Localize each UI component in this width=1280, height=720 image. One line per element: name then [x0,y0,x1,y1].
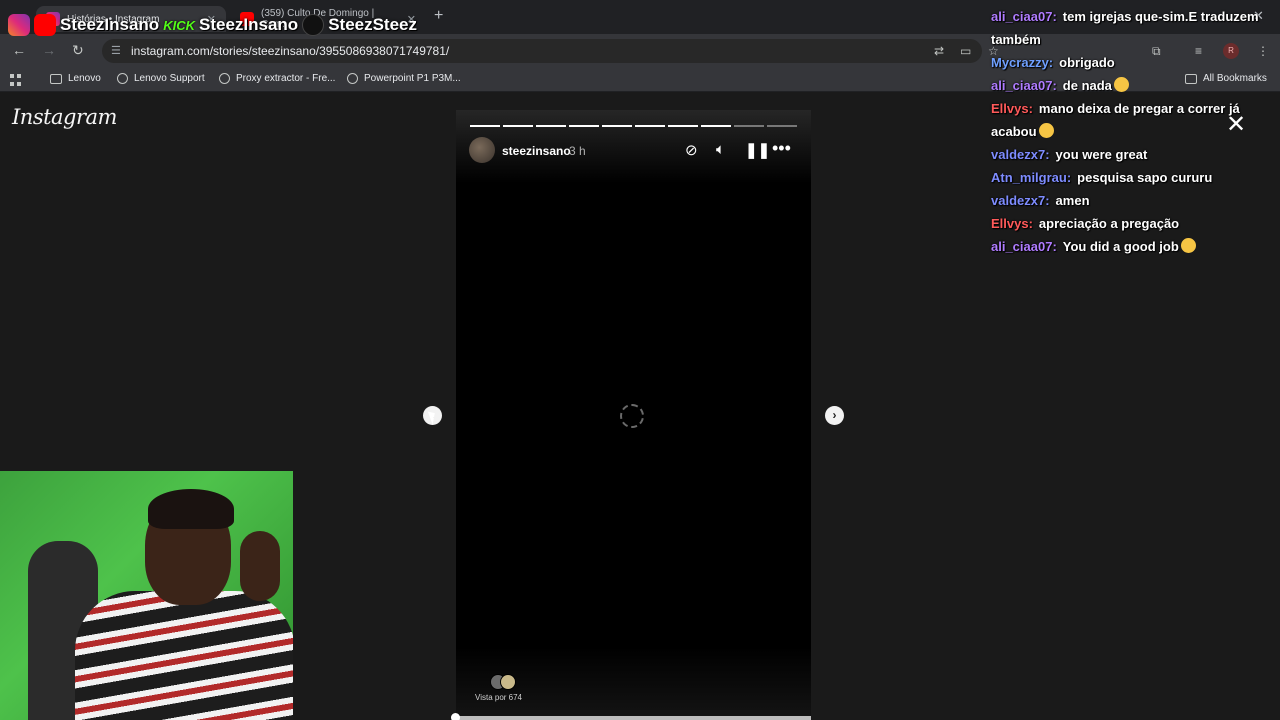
stream-chat-overlay: ali_ciaa07: tem igrejas que-sim.E traduze… [991,5,1276,258]
streamer-hand [240,531,280,601]
channel-name: SteezSteez [328,15,418,34]
channel-name: SteezInsano [198,15,299,34]
bookmark-proxy-extractor[interactable]: Proxy extractor - Fre... [219,73,335,84]
progress-segment [536,125,566,127]
no-sound-icon[interactable]: ⊘ [685,141,698,159]
bookmark-label: Powerpoint P1 P3M... [364,73,461,84]
chat-message: valdezx7: you were great [991,143,1276,166]
chat-message: valdezx7: amen [991,189,1276,212]
emoji-icon [1038,123,1054,138]
story-scrubber[interactable] [456,716,811,720]
stream-channel-overlay: SteezInsano KICK SteezInsano SteezSteez [8,14,417,36]
chat-username: ali_ciaa07: [991,239,1057,254]
streamer-hair [148,489,234,529]
chat-username: valdezx7: [991,147,1050,162]
instagram-icon [8,14,30,36]
progress-segment [734,125,764,127]
chat-message: Ellvys: mano deixa de pregar a correr já … [991,97,1276,143]
more-options-icon[interactable]: ••• [772,138,791,159]
story-timestamp: 3 h [569,144,586,158]
back-icon[interactable]: ← [12,42,26,58]
scrubber-handle[interactable] [451,713,460,720]
translate-icon[interactable]: ⇄ [934,44,944,58]
progress-segment [602,125,632,127]
globe-icon [347,73,358,84]
chat-text: de nada [1062,78,1112,93]
reload-icon[interactable]: ↻ [72,42,84,59]
youtube-icon [34,14,56,36]
story-username[interactable]: steezinsano [502,144,571,158]
emoji-icon [1180,238,1196,253]
volume-icon[interactable]: 🔈︎ [716,141,725,158]
viewer-avatars[interactable] [490,674,520,692]
bookmark-lenovo-support[interactable]: Lenovo Support [117,73,205,84]
chat-username: valdezx7: [991,193,1050,208]
chat-message: Atn_milgrau: pesquisa sapo cururu [991,166,1276,189]
install-app-icon[interactable]: ▭ [960,44,971,58]
kick-logo: KICK [163,17,195,33]
chat-username: ali_ciaa07: [991,9,1057,24]
chat-message: Mycrazzy: obrigado [991,51,1276,74]
chat-username: Ellvys: [991,101,1033,116]
chat-message: ali_ciaa07: tem igrejas que-sim.E traduze… [991,5,1276,51]
channel-name: SteezInsano [60,15,160,34]
story-avatar[interactable] [469,137,495,163]
progress-segment [635,125,665,127]
chat-text: amen [1055,193,1090,208]
new-tab-button[interactable]: + [434,7,443,25]
instagram-logo[interactable]: Instagram [12,105,117,129]
progress-segment [503,125,533,127]
chat-username: ali_ciaa07: [991,78,1057,93]
chat-message: ali_ciaa07: You did a good job [991,235,1276,258]
chat-text: you were great [1055,147,1148,162]
story-progress-bar [470,125,797,127]
forward-icon[interactable]: → [42,42,56,58]
bookmark-powerpoint[interactable]: Powerpoint P1 P3M... [347,73,461,84]
emoji-icon [1113,77,1129,92]
streamer-shirt [75,591,293,720]
chat-username: Mycrazzy: [991,55,1054,70]
bookmark-label: Lenovo [68,73,101,84]
bookmark-label: Lenovo Support [134,73,205,84]
chat-text: pesquisa sapo cururu [1077,170,1213,185]
bookmark-label: Proxy extractor - Fre... [236,73,336,84]
globe-icon [219,73,230,84]
pause-icon[interactable]: ❚❚ [745,141,770,159]
chat-username: Ellvys: [991,216,1033,231]
viewed-by-count[interactable]: Vista por 674 [475,693,522,702]
chat-text: obrigado [1059,55,1115,70]
bookmark-lenovo[interactable]: Lenovo [50,73,101,84]
webcam-feed [0,471,293,720]
globe-icon [117,73,128,84]
chat-text: apreciação a pregação [1038,216,1180,231]
tiktok-icon [302,14,325,36]
chat-message: ali_ciaa07: de nada [991,74,1276,97]
chat-username: Atn_milgrau: [991,170,1072,185]
progress-segment [668,125,698,127]
avatar [500,674,516,690]
chat-text: You did a good job [1062,239,1179,254]
progress-segment [569,125,599,127]
site-info-icon[interactable]: ☰ [111,44,121,57]
progress-segment [767,125,797,127]
progress-segment [470,125,500,127]
apps-grid-icon[interactable] [10,74,22,86]
progress-segment [701,125,731,127]
folder-icon [50,73,62,84]
next-story-button[interactable]: › [825,406,844,425]
screen: Histórias • Instagram ✕ (359) Culto De D… [0,0,1280,720]
loading-spinner-icon [620,404,644,428]
url-text[interactable]: instagram.com/stories/steezinsano/395508… [131,44,449,58]
chat-message: Ellvys: apreciação a pregação [991,212,1276,235]
